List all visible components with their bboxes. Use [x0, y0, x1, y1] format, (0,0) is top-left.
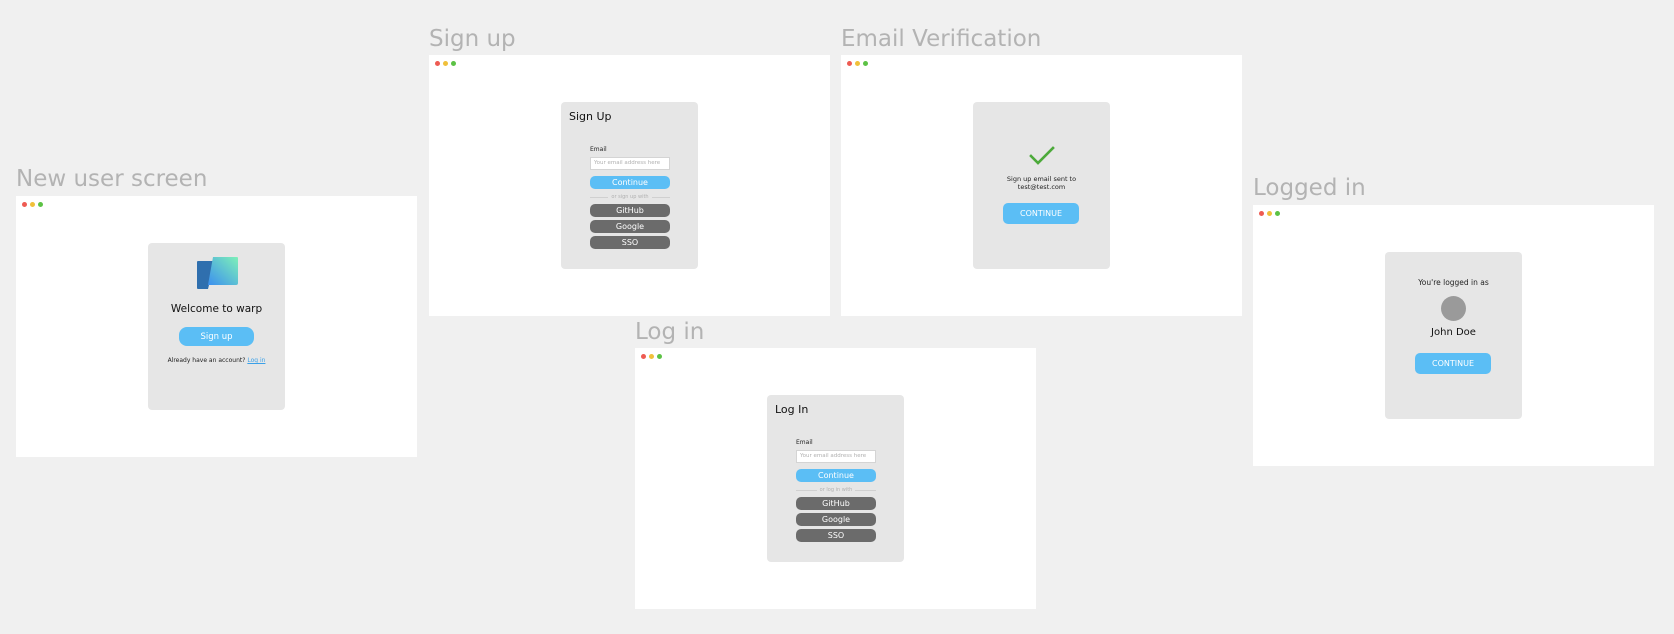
user-name: John Doe	[1431, 327, 1476, 338]
divider-text: or sign up with	[611, 194, 649, 200]
sso-button[interactable]: SSO	[590, 236, 670, 249]
zoom-dot-icon[interactable]	[863, 61, 868, 66]
frame-title-new-user: New user screen	[16, 166, 208, 192]
divider-line	[796, 489, 817, 491]
divider-text: or log in with	[819, 487, 853, 493]
minimize-dot-icon[interactable]	[1267, 211, 1272, 216]
or-divider: or sign up with	[590, 194, 671, 200]
close-dot-icon[interactable]	[435, 61, 440, 66]
zoom-dot-icon[interactable]	[451, 61, 456, 66]
zoom-dot-icon[interactable]	[38, 202, 43, 207]
minimize-dot-icon[interactable]	[30, 202, 35, 207]
google-button[interactable]: Google	[590, 220, 670, 233]
divider-line	[590, 196, 609, 198]
sso-button[interactable]: SSO	[796, 529, 876, 542]
minimize-dot-icon[interactable]	[443, 61, 448, 66]
warp-logo-icon	[197, 257, 238, 289]
frame-title-signup: Sign up	[429, 26, 516, 52]
window-controls	[847, 61, 868, 67]
checkmark-icon	[1029, 146, 1055, 165]
github-button[interactable]: GitHub	[796, 497, 876, 510]
github-button[interactable]: GitHub	[590, 204, 670, 217]
window-controls	[1259, 211, 1280, 217]
close-dot-icon[interactable]	[1259, 211, 1264, 216]
frame-title-verification: Email Verification	[841, 26, 1042, 52]
window-controls	[435, 61, 456, 67]
account-prompt-text: Already have an account?	[167, 357, 246, 364]
zoom-dot-icon[interactable]	[657, 354, 662, 359]
window-logged-in: You're logged in as John Doe CONTINUE	[1253, 205, 1654, 466]
close-dot-icon[interactable]	[641, 354, 646, 359]
email-label: Email	[796, 439, 813, 446]
continue-button[interactable]: CONTINUE	[1415, 353, 1491, 374]
window-verification: Sign up email sent to test@test.com CONT…	[841, 55, 1242, 316]
email-input[interactable]: Your email address here	[590, 157, 670, 170]
close-dot-icon[interactable]	[22, 202, 27, 207]
email-input[interactable]: Your email address here	[796, 450, 876, 463]
continue-button[interactable]: CONTINUE	[1003, 203, 1079, 224]
verification-message-line1: Sign up email sent to	[1006, 175, 1077, 183]
sign-up-button[interactable]: Sign up	[179, 327, 254, 346]
login-card: Log In Email Your email address here Con…	[767, 395, 904, 562]
avatar	[1441, 296, 1466, 321]
verification-email: test@test.com	[1017, 183, 1066, 191]
minimize-dot-icon[interactable]	[649, 354, 654, 359]
logged-in-card: You're logged in as John Doe CONTINUE	[1385, 252, 1522, 419]
minimize-dot-icon[interactable]	[855, 61, 860, 66]
google-button[interactable]: Google	[796, 513, 876, 526]
continue-button[interactable]: Continue	[796, 469, 876, 482]
login-prompt: Already have an account? Log in	[148, 357, 285, 364]
welcome-heading: Welcome to warp	[170, 303, 263, 315]
divider-line	[651, 196, 671, 198]
frame-title-login: Log in	[635, 319, 705, 345]
verification-card: Sign up email sent to test@test.com CONT…	[973, 102, 1110, 269]
logged-in-status: You're logged in as	[1418, 278, 1489, 287]
or-divider: or log in with	[796, 487, 877, 493]
zoom-dot-icon[interactable]	[1275, 211, 1280, 216]
window-signup: Sign Up Email Your email address here Co…	[429, 55, 830, 316]
close-dot-icon[interactable]	[847, 61, 852, 66]
welcome-card: Welcome to warp Sign up Already have an …	[148, 243, 285, 410]
signup-heading: Sign Up	[569, 110, 612, 123]
login-heading: Log In	[775, 403, 809, 416]
window-controls	[641, 354, 662, 360]
login-link[interactable]: Log in	[247, 357, 265, 364]
email-label: Email	[590, 146, 607, 153]
window-controls	[22, 202, 43, 208]
divider-line	[855, 489, 877, 491]
window-new-user: Welcome to warp Sign up Already have an …	[16, 196, 417, 457]
continue-button[interactable]: Continue	[590, 176, 670, 189]
window-login: Log In Email Your email address here Con…	[635, 348, 1036, 609]
verification-message: Sign up email sent to test@test.com	[973, 175, 1110, 191]
signup-card: Sign Up Email Your email address here Co…	[561, 102, 698, 269]
frame-title-logged-in: Logged in	[1253, 175, 1366, 201]
